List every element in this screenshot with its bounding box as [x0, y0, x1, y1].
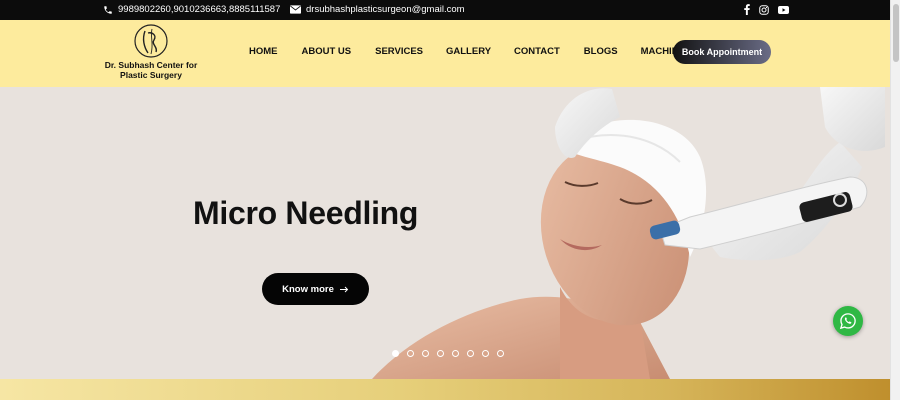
- email-address: drsubhashplasticsurgeon@gmail.com: [306, 4, 465, 15]
- nav-about-us[interactable]: ABOUT US: [302, 46, 352, 57]
- email-contact[interactable]: drsubhashplasticsurgeon@gmail.com: [290, 4, 465, 15]
- instagram-icon[interactable]: [759, 4, 769, 15]
- youtube-icon[interactable]: [778, 5, 789, 14]
- slider-dot-6[interactable]: [467, 350, 474, 357]
- know-more-button[interactable]: Know more: [262, 273, 369, 305]
- phone-contact[interactable]: 9989802260,9010236663,8885111587: [103, 4, 280, 15]
- hero-title: Micro Needling: [193, 195, 419, 231]
- slider-dot-8[interactable]: [497, 350, 504, 357]
- page-scrollbar[interactable]: [890, 0, 900, 400]
- whatsapp-chat-button[interactable]: [833, 306, 863, 336]
- slider-dot-3[interactable]: [422, 350, 429, 357]
- phone-icon: [104, 5, 112, 14]
- nav-gallery[interactable]: GALLERY: [446, 46, 491, 57]
- mail-icon: [290, 5, 301, 14]
- nav-contact[interactable]: CONTACT: [514, 46, 560, 57]
- site-logo[interactable]: Dr. Subhash Center for Plastic Surgery: [98, 23, 204, 85]
- slider-dot-7[interactable]: [482, 350, 489, 357]
- slider-dot-4[interactable]: [437, 350, 444, 357]
- next-section-strip: [0, 379, 890, 400]
- site-header: Dr. Subhash Center for Plastic Surgery H…: [0, 20, 890, 87]
- social-links: [744, 4, 789, 15]
- phone-numbers: 9989802260,9010236663,8885111587: [118, 4, 281, 15]
- main-navigation: HOME ABOUT US SERVICES GALLERY CONTACT B…: [249, 46, 698, 57]
- logo-emblem-icon: [134, 24, 168, 58]
- scrollbar-thumb[interactable]: [893, 4, 899, 62]
- hero-slider: Micro Needling Know more: [0, 87, 890, 379]
- arrow-right-icon: [339, 286, 349, 292]
- slider-dot-5[interactable]: [452, 350, 459, 357]
- nav-services[interactable]: SERVICES: [375, 46, 423, 57]
- facebook-icon[interactable]: [744, 4, 750, 15]
- know-more-label: Know more: [282, 283, 334, 295]
- top-contact-bar: 9989802260,9010236663,8885111587 drsubha…: [0, 0, 890, 20]
- whatsapp-icon: [839, 313, 856, 330]
- nav-home[interactable]: HOME: [249, 46, 278, 57]
- slider-dot-2[interactable]: [407, 350, 414, 357]
- logo-text: Dr. Subhash Center for Plastic Surgery: [104, 60, 198, 80]
- nav-blogs[interactable]: BLOGS: [584, 46, 618, 57]
- slider-dot-1[interactable]: [392, 350, 399, 357]
- hero-face-image: [372, 87, 885, 379]
- book-appointment-button[interactable]: Book Appointment: [673, 40, 771, 64]
- slider-dots: [392, 350, 504, 357]
